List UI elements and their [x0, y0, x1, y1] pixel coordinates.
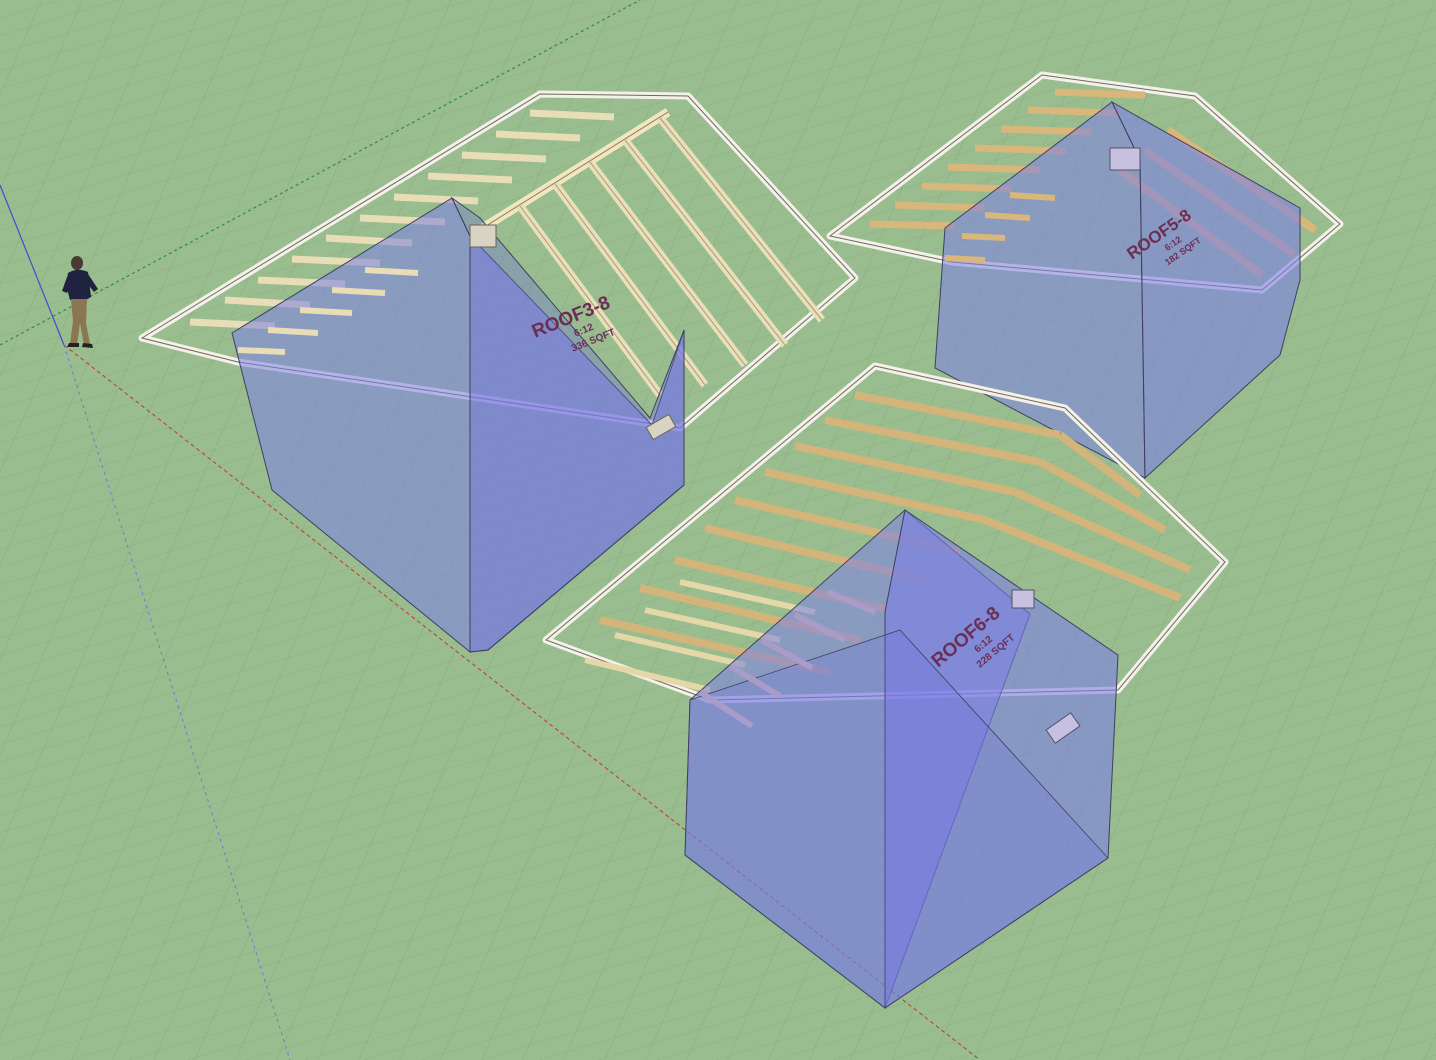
3d-scene-canvas[interactable]: ROOF3-8 6:12 336 SQFT ROOF5-8 6:12 182 S…	[0, 0, 1436, 1060]
sketchup-viewport[interactable]: ROOF3-8 6:12 336 SQFT ROOF5-8 6:12 182 S…	[0, 0, 1436, 1060]
